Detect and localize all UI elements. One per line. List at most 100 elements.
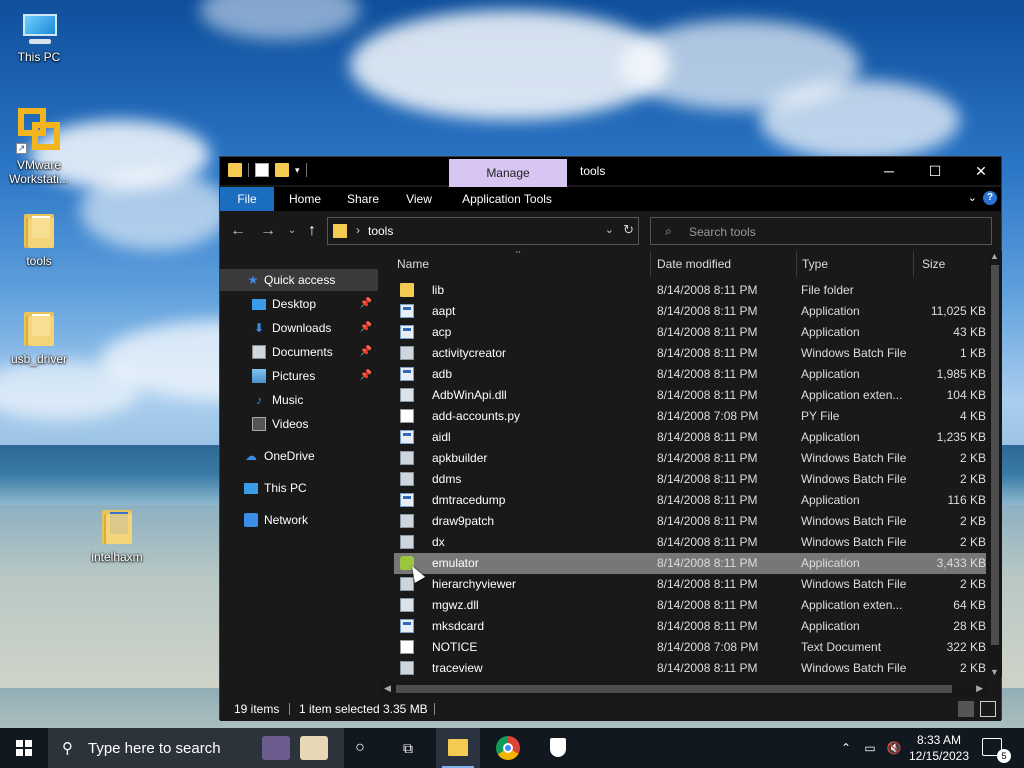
taskbar-clock[interactable]: 8:33 AM 12/15/2023 [902,732,976,764]
details-view-icon[interactable] [958,701,974,717]
address-row: ← → ⌄ ↑ › tools ⌄ ↻ ⌕ [220,213,1001,249]
divider [248,163,249,177]
file-row[interactable]: mgwz.dll 8/14/2008 8:11 PM Application ext… [394,595,986,616]
cortana-button[interactable]: ○ [340,728,380,768]
window-title: tools [580,164,606,178]
customize-qat-icon[interactable]: ▾ [295,165,300,176]
pin-icon[interactable]: 📌 [360,317,372,339]
file-row[interactable]: add-accounts.py 8/14/2008 7:08 PM PY File 4… [394,406,986,427]
desktop-icon-intelhaxm[interactable]: intelhaxm [79,506,155,564]
dll-file-icon [400,598,414,612]
forward-arrow-icon[interactable]: → [258,221,278,241]
nav-item-label: Pictures [272,369,316,383]
file-row[interactable]: draw9patch 8/14/2008 8:11 PM Windows Batch… [394,511,986,532]
nav-item-this-pc[interactable]: This PC [220,477,378,499]
desktop-icon-usb-driver[interactable]: usb_driver [1,308,77,366]
taskbar-file-explorer[interactable] [436,728,480,768]
file-row[interactable]: adb 8/14/2008 8:11 PM Application 1,985 KB [394,364,986,385]
file-row[interactable]: acp 8/14/2008 8:11 PM Application 43 KB [394,322,986,343]
taskbar-security[interactable] [536,728,580,768]
file-row[interactable]: hierarchyviewer 8/14/2008 8:11 PM Windows … [394,574,986,595]
action-center-icon[interactable]: 5 [982,738,1011,763]
column-header-name[interactable]: Name [397,251,651,277]
task-view-button[interactable]: ⧉ [388,728,428,768]
file-row[interactable]: dmtracedump 8/14/2008 8:11 PM Application 1… [394,490,986,511]
nav-item-downloads[interactable]: ⬇ Downloads 📌 [220,317,378,339]
new-folder-icon[interactable] [275,163,289,177]
file-row[interactable]: ddms 8/14/2008 8:11 PM Windows Batch File 2… [394,469,986,490]
vertical-scrollbar[interactable]: ▲ ▼ [987,251,1002,677]
file-row[interactable]: AdbWinApi.dll 8/14/2008 8:11 PM Applicatio… [394,385,986,406]
pin-icon[interactable]: 📌 [360,365,372,387]
file-type: Application exten... [801,598,903,612]
file-row[interactable]: aidl 8/14/2008 8:11 PM Application 1,235 KB [394,427,986,448]
large-icons-view-icon[interactable] [980,701,996,717]
chevron-down-icon[interactable]: ⌄ [968,191,977,204]
taskbar-chrome[interactable] [486,728,530,768]
pin-icon[interactable]: 📌 [360,341,372,363]
file-row[interactable]: lib 8/14/2008 8:11 PM File folder [394,280,986,301]
close-button[interactable]: ✕ [958,157,1004,185]
tab-home[interactable]: Home [280,187,330,211]
maximize-button[interactable]: ☐ [912,157,958,185]
nav-item-label: Music [272,393,304,407]
file-name: mgwz.dll [432,598,479,612]
scroll-right-icon[interactable]: ▶ [976,683,983,694]
cloud-icon: ☁ [245,449,257,463]
show-hidden-icons-button[interactable]: ⌃ [836,728,856,768]
file-row[interactable]: dx 8/14/2008 8:11 PM Windows Batch File 2 K… [394,532,986,553]
back-arrow-icon[interactable]: ← [228,221,248,241]
scrollbar-thumb[interactable] [991,265,999,645]
desktop-icon-this-pc[interactable]: This PC [1,12,77,64]
column-header-date-modified[interactable]: Date modified [657,251,797,277]
file-row[interactable]: mksdcard 8/14/2008 8:11 PM Application 28 K… [394,616,986,637]
search-box[interactable]: ⌕ [650,217,992,245]
notification-count: 5 [997,749,1011,763]
address-path[interactable]: tools [368,224,393,238]
tab-application-tools[interactable]: Application Tools [452,187,562,211]
tab-file[interactable]: File [220,187,274,211]
file-row[interactable]: NOTICE 8/14/2008 7:08 PM Text Document 322 … [394,637,986,658]
scroll-left-icon[interactable]: ◀ [384,683,391,694]
volume-muted-icon[interactable]: 🔇 [884,728,904,768]
minimize-button[interactable]: ─ [866,157,912,185]
file-row[interactable]: aapt 8/14/2008 8:11 PM Application 11,025 K… [394,301,986,322]
scroll-down-icon[interactable]: ▼ [990,667,999,677]
start-button[interactable] [0,728,48,768]
nav-item-videos[interactable]: Videos [220,413,378,435]
column-header-size[interactable]: Size [922,251,988,277]
nav-item-desktop[interactable]: Desktop 📌 [220,293,378,315]
pin-icon[interactable]: 📌 [360,293,372,315]
tab-manage[interactable]: Manage [449,159,567,187]
file-row[interactable]: apkbuilder 8/14/2008 8:11 PM Windows Batch… [394,448,986,469]
nav-item-documents[interactable]: Documents 📌 [220,341,378,363]
nav-item-pictures[interactable]: Pictures 📌 [220,365,378,387]
file-row[interactable]: emulator 8/14/2008 8:11 PM Application 3,43… [394,553,986,574]
help-icon[interactable]: ? [983,191,997,205]
address-bar[interactable]: › tools ⌄ ↻ [327,217,639,245]
tab-share[interactable]: Share [338,187,388,211]
desktop-icon-vmware[interactable]: ↗ VMware Workstati... [1,104,77,186]
desktop-icon-tools[interactable]: tools [1,210,77,268]
tab-view[interactable]: View [394,187,444,211]
properties-icon[interactable] [255,163,269,177]
address-dropdown-icon[interactable]: ⌄ [605,223,614,236]
column-header-type[interactable]: Type [802,251,914,277]
scrollbar-thumb[interactable] [396,685,952,693]
refresh-icon[interactable]: ↻ [623,222,634,238]
file-row[interactable]: traceview 8/14/2008 8:11 PM Windows Batch … [394,658,986,679]
nav-item-music[interactable]: ♪ Music [220,389,378,411]
nav-item-onedrive[interactable]: ☁ OneDrive [220,445,378,467]
nav-item-network[interactable]: Network [220,509,378,531]
recent-locations-icon[interactable]: ⌄ [282,221,302,241]
file-size: 4 KB [959,409,986,423]
network-tray-icon[interactable]: ▭ [860,728,880,768]
nav-item-quick-access[interactable]: ★ Quick access [220,269,378,291]
scroll-up-icon[interactable]: ▲ [990,251,999,261]
file-row[interactable]: activitycreator 8/14/2008 8:11 PM Windows … [394,343,986,364]
horizontal-scrollbar[interactable]: ◀ ▶ [380,681,987,697]
search-input[interactable] [689,223,979,241]
chevron-right-icon[interactable]: › [356,223,360,237]
up-arrow-icon[interactable]: ↑ [302,221,322,241]
taskbar-search-box[interactable]: ⚲ Type here to search [48,728,344,768]
